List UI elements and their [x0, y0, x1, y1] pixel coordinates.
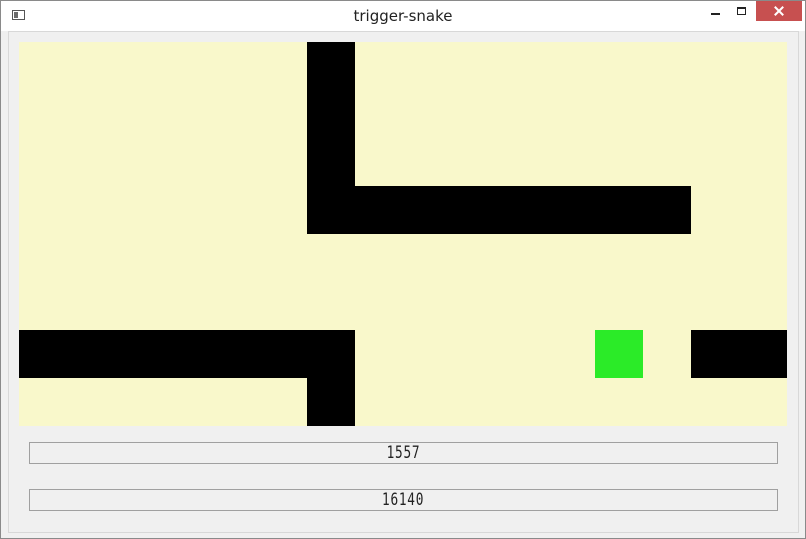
snake-segment	[403, 186, 451, 234]
lcd-counter-2-value: 16140	[382, 490, 425, 510]
snake-segment	[595, 186, 643, 234]
snake-segment	[307, 138, 355, 186]
snake-segment	[67, 330, 115, 378]
snake-segment	[739, 330, 787, 378]
title-bar[interactable]: trigger-snake	[1, 1, 805, 31]
lcd-counter-1-value: 1557	[386, 443, 421, 463]
lcd-counter-2: 16140	[29, 489, 778, 511]
snake-segment	[163, 330, 211, 378]
snake-segment	[307, 378, 355, 426]
maximize-button[interactable]	[729, 1, 755, 21]
snake-segment	[547, 186, 595, 234]
snake-segment	[307, 330, 355, 378]
minimize-button[interactable]	[703, 1, 729, 21]
snake-segment	[259, 330, 307, 378]
game-board[interactable]	[19, 42, 787, 426]
snake-segment	[643, 186, 691, 234]
close-button[interactable]	[756, 1, 802, 21]
food-pellet	[595, 330, 643, 378]
snake-segment	[307, 186, 355, 234]
snake-segment	[115, 330, 163, 378]
snake-segment	[499, 186, 547, 234]
snake-segment	[211, 330, 259, 378]
lcd-counter-1: 1557	[29, 442, 778, 464]
snake-segment	[691, 330, 739, 378]
window-title: trigger-snake	[353, 7, 453, 25]
snake-segment	[307, 42, 355, 90]
snake-segment	[355, 186, 403, 234]
snake-segment	[451, 186, 499, 234]
snake-segment	[19, 330, 67, 378]
snake-segment	[307, 90, 355, 138]
